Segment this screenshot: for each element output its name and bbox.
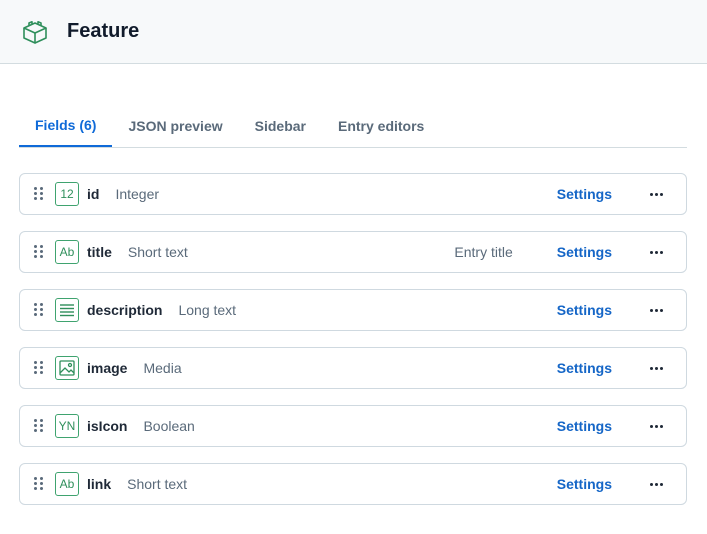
- field-name: description: [87, 302, 163, 318]
- page-title: Feature: [67, 20, 140, 42]
- field-type: Short text: [127, 244, 188, 260]
- field-type: Long text: [178, 302, 237, 318]
- more-options-icon[interactable]: [646, 474, 666, 494]
- tab-sidebar[interactable]: Sidebar: [239, 104, 322, 147]
- media-icon: [55, 356, 79, 380]
- field-type: Boolean: [143, 418, 195, 434]
- drag-handle-icon[interactable]: [34, 477, 46, 491]
- field-name: image: [87, 360, 128, 376]
- field-name: id: [87, 186, 100, 202]
- field-name: title: [87, 244, 112, 260]
- field-type: Short text: [127, 476, 188, 492]
- more-options-icon[interactable]: [646, 300, 666, 320]
- settings-link[interactable]: Settings: [557, 186, 612, 202]
- cube-icon: [20, 17, 50, 47]
- entry-title-badge: Entry title: [454, 244, 513, 260]
- tab-json-preview[interactable]: JSON preview: [112, 104, 238, 147]
- tab-entry-editors[interactable]: Entry editors: [322, 104, 440, 147]
- field-row: image Media Settings: [19, 347, 687, 389]
- drag-handle-icon[interactable]: [34, 245, 46, 259]
- field-name: isIcon: [87, 418, 128, 434]
- settings-link[interactable]: Settings: [557, 360, 612, 376]
- settings-link[interactable]: Settings: [557, 476, 612, 492]
- more-options-icon[interactable]: [646, 416, 666, 436]
- field-row: Ab title Short text Entry title Settings: [19, 231, 687, 273]
- boolean-icon: YN: [55, 414, 79, 438]
- short-text-icon: Ab: [55, 240, 79, 264]
- more-options-icon[interactable]: [646, 242, 666, 262]
- integer-icon: 12: [55, 182, 79, 206]
- field-type: Integer: [115, 186, 160, 202]
- settings-link[interactable]: Settings: [557, 418, 612, 434]
- field-row: description Long text Settings: [19, 289, 687, 331]
- field-name: link: [87, 476, 112, 492]
- drag-handle-icon[interactable]: [34, 361, 46, 375]
- field-type: Media: [143, 360, 182, 376]
- long-text-icon: [55, 298, 79, 322]
- drag-handle-icon[interactable]: [34, 303, 46, 317]
- field-row: Ab link Short text Settings: [19, 463, 687, 505]
- short-text-icon: Ab: [55, 472, 79, 496]
- content-type-header: Feature: [0, 0, 707, 64]
- drag-handle-icon[interactable]: [34, 419, 46, 433]
- tab-fields[interactable]: Fields (6): [19, 104, 113, 147]
- field-row: 12 id Integer Settings: [19, 173, 687, 215]
- tab-bar: Fields (6) JSON preview Sidebar Entry ed…: [19, 104, 687, 148]
- more-options-icon[interactable]: [646, 184, 666, 204]
- settings-link[interactable]: Settings: [557, 244, 612, 260]
- more-options-icon[interactable]: [646, 358, 666, 378]
- drag-handle-icon[interactable]: [34, 187, 46, 201]
- field-row: YN isIcon Boolean Settings: [19, 405, 687, 447]
- settings-link[interactable]: Settings: [557, 302, 612, 318]
